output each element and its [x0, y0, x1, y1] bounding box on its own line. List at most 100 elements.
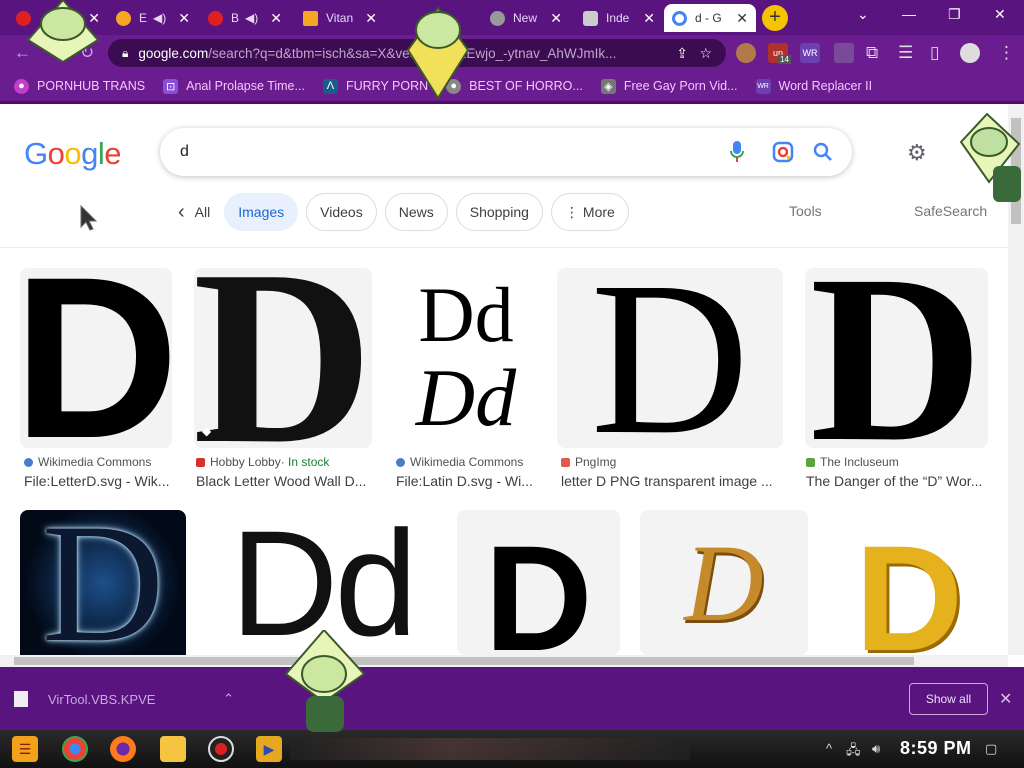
google-lens-icon[interactable] [772, 141, 794, 168]
image-result-1[interactable]: D [20, 268, 172, 448]
recorder-icon[interactable] [208, 736, 234, 762]
bookmark-star-icon[interactable]: ☆ [699, 45, 712, 62]
tab-label: Videos [320, 204, 363, 220]
bookmark-5[interactable]: WR Word Replacer II [755, 78, 872, 94]
close-window-icon[interactable]: ✕ [994, 6, 1006, 23]
image-result-4[interactable]: D [557, 268, 783, 448]
chevron-up-icon[interactable]: ⌃ [223, 691, 234, 707]
tab-3[interactable]: B ◀) ✕ [200, 4, 290, 32]
tab-search-icon[interactable]: ⌄ [857, 6, 869, 23]
bookmark-label: PORNHUB TRANS [37, 79, 146, 93]
mascot-sticker-icon [26, 0, 100, 62]
result-title[interactable]: Black Letter Wood Wall D... [196, 473, 372, 489]
download-item[interactable]: VirTool.VBS.KPVE ⌃ [14, 681, 234, 717]
search-input[interactable]: d [160, 128, 852, 176]
result-source[interactable]: Wikimedia Commons [24, 455, 151, 469]
toolbar-divider [0, 101, 1024, 104]
show-all-button[interactable]: Show all [909, 683, 988, 715]
tab-strip: ✕ E ◀) ✕ B ◀) ✕ Vitan ✕ New ✕ Inde ✕ d -… [0, 0, 1024, 35]
tab-shopping[interactable]: Shopping [455, 193, 543, 231]
tab-more[interactable]: ⋮ More [550, 193, 629, 231]
result-image: D [20, 268, 172, 448]
tab-images[interactable]: Images [224, 193, 299, 231]
result-image: D [41, 510, 165, 655]
new-tab-button[interactable]: + [762, 5, 788, 31]
close-tab-icon[interactable]: ✕ [365, 10, 377, 27]
tray-chevron-icon[interactable]: ^ [826, 741, 832, 756]
tab-google-active[interactable]: d - G ✕ [664, 4, 756, 32]
safesearch-button[interactable]: SafeSearch [914, 203, 987, 219]
side-panel-icon[interactable]: ▯ [930, 43, 939, 63]
reading-list-icon[interactable]: ☰ [898, 43, 913, 63]
tab-5[interactable]: New ✕ [482, 4, 570, 32]
image-result-6[interactable]: D [20, 510, 186, 655]
image-result-9[interactable]: D [640, 510, 808, 655]
logo-letter: o [47, 136, 65, 171]
lock-icon[interactable]: 🔒︎ [122, 46, 128, 61]
google-logo[interactable]: Google [24, 136, 122, 172]
media-player-icon[interactable]: ▶ [256, 736, 282, 762]
tab-2[interactable]: E ◀) ✕ [108, 4, 198, 32]
close-download-bar-icon[interactable]: ✕ [999, 689, 1012, 709]
tab-news[interactable]: News [384, 193, 448, 231]
result-source[interactable]: The Incluseum [806, 455, 899, 469]
image-result-3[interactable]: Dd Dd [394, 268, 538, 448]
volume-icon[interactable]: 🔊︎ [872, 741, 880, 757]
image-result-10[interactable]: D [829, 510, 989, 655]
tab-videos[interactable]: Videos [306, 193, 377, 231]
profile-extension-icon[interactable] [736, 43, 756, 63]
tab-favicon-icon [303, 10, 318, 26]
firefox-taskbar-icon[interactable] [110, 736, 136, 762]
logo-letter: e [104, 136, 122, 171]
tab-4[interactable]: Vitan ✕ [295, 4, 385, 32]
close-tab-icon[interactable]: ✕ [270, 10, 282, 27]
result-source[interactable]: Hobby Lobby · In stock [196, 455, 329, 469]
start-button-icon[interactable]: ☰ [12, 736, 38, 762]
search-query: d [180, 143, 189, 160]
close-tab-icon[interactable]: ✕ [643, 10, 655, 27]
bookmark-4[interactable]: ◈ Free Gay Porn Vid... [600, 78, 738, 94]
word-replacer-icon[interactable]: WR [800, 43, 820, 63]
tab-all[interactable]: ‹ All [172, 193, 216, 231]
extension-icon[interactable] [834, 43, 854, 63]
bookmark-1[interactable]: ⊡ Anal Prolapse Time... [163, 78, 305, 94]
horizontal-scroll-thumb[interactable] [14, 657, 914, 665]
share-icon[interactable]: ⇪ [676, 45, 688, 62]
close-tab-icon[interactable]: ✕ [178, 10, 190, 27]
file-explorer-icon[interactable] [160, 736, 186, 762]
audio-icon[interactable]: ◀) [153, 11, 166, 25]
microphone-icon[interactable] [730, 141, 744, 168]
close-tab-icon[interactable]: ✕ [550, 10, 562, 27]
profile-avatar-icon[interactable] [960, 43, 980, 63]
tab-label: E [139, 11, 148, 25]
audio-icon[interactable]: ◀) [245, 11, 258, 25]
tools-button[interactable]: Tools [789, 203, 822, 219]
image-result-5[interactable]: D [805, 268, 988, 448]
close-tab-icon[interactable]: ✕ [736, 10, 748, 27]
minimize-icon[interactable]: — [902, 6, 916, 22]
puzzle-icon[interactable]: ⧉ [866, 43, 878, 63]
mascot-sticker-icon [406, 6, 470, 100]
image-result-8[interactable]: D [457, 510, 620, 655]
restore-icon[interactable]: ❐ [948, 6, 961, 23]
result-title[interactable]: letter D PNG transparent image ... [561, 473, 783, 489]
chrome-taskbar-icon[interactable] [62, 736, 88, 762]
result-source[interactable]: Wikimedia Commons [396, 455, 523, 469]
tab-label: Images [238, 204, 285, 220]
result-source[interactable]: PngImg [561, 455, 616, 469]
wikimedia-icon [396, 457, 405, 467]
tab-6[interactable]: Inde ✕ [575, 4, 663, 32]
tab-favicon-icon [116, 10, 131, 26]
mouse-cursor-icon [80, 205, 98, 231]
notifications-icon[interactable]: ▢ [985, 741, 997, 757]
taskbar-clock[interactable]: 8:59 PM [900, 738, 972, 759]
result-title[interactable]: The Danger of the “D” Wor... [806, 473, 988, 489]
bookmark-0[interactable]: ● PORNHUB TRANS [14, 78, 146, 94]
menu-icon[interactable]: ⋮ [998, 43, 1015, 63]
result-title[interactable]: File:LetterD.svg - Wik... [24, 473, 174, 489]
search-icon[interactable] [812, 141, 834, 168]
result-title[interactable]: File:Latin D.svg - Wi... [396, 473, 538, 489]
settings-gear-icon[interactable]: ⚙ [907, 140, 927, 166]
network-icon[interactable]: 🖧︎ [846, 741, 861, 763]
image-result-2[interactable]: D ◆ [194, 268, 372, 448]
